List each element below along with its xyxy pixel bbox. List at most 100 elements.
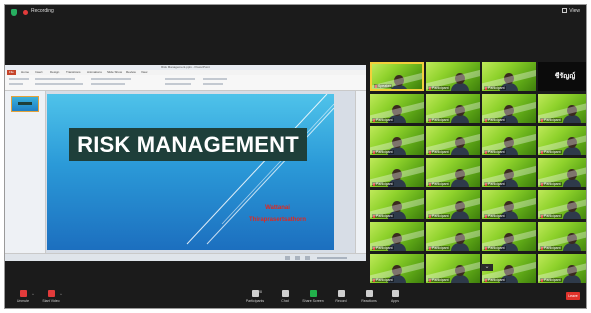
participant-tile[interactable]: Participant xyxy=(482,190,536,219)
top-bar: Recording View xyxy=(5,5,586,21)
ribbon-group[interactable] xyxy=(35,83,83,85)
participant-tile[interactable]: Participant xyxy=(426,94,480,123)
record-label: Record xyxy=(335,299,347,303)
participant-avatar xyxy=(504,105,514,116)
participant-avatar xyxy=(567,105,577,116)
slide-scrollbar[interactable] xyxy=(355,91,366,253)
participants-count: 28 xyxy=(258,290,262,294)
participant-name-tag: Participant xyxy=(484,246,506,250)
participant-name-tag: Participant xyxy=(428,278,450,282)
participant-avatar xyxy=(504,233,514,244)
reactions-button[interactable]: Reactions xyxy=(355,290,383,303)
chat-icon xyxy=(281,290,289,297)
participant-tile[interactable]: Participant xyxy=(482,126,536,155)
muted-mic-icon xyxy=(373,182,375,186)
meeting-toolbar: Unmute ^ Start Video ^ 28 Participants C… xyxy=(5,288,586,308)
participant-tile[interactable]: Participant xyxy=(482,62,536,91)
muted-mic-icon xyxy=(541,214,543,218)
participant-tile[interactable]: Participant xyxy=(370,254,424,283)
ribbon-group[interactable] xyxy=(9,78,29,80)
participant-tile[interactable]: Participant xyxy=(538,158,586,187)
participant-tile[interactable]: Participant xyxy=(426,62,480,91)
ribbon-group[interactable] xyxy=(165,78,195,80)
participant-avatar xyxy=(567,169,577,180)
slide-thumbnail-pane xyxy=(5,91,46,253)
ribbon-group[interactable] xyxy=(9,83,23,85)
participant-avatar xyxy=(567,137,577,148)
participant-tile[interactable]: Participant xyxy=(370,158,424,187)
participant-body xyxy=(451,179,469,187)
muted-mic-icon xyxy=(429,182,431,186)
unmute-label: Unmute xyxy=(16,299,30,303)
slide-thumbnail[interactable] xyxy=(11,96,39,112)
share-screen-button[interactable]: Share Screen xyxy=(299,290,327,303)
participant-tile[interactable]: Participant xyxy=(370,190,424,219)
ribbon-group[interactable] xyxy=(203,83,223,85)
participant-tile[interactable]: Participant xyxy=(482,94,536,123)
chevron-down-icon[interactable]: ⌄ xyxy=(481,264,493,271)
participant-tile[interactable]: Participant xyxy=(426,222,480,251)
zoom-window: Recording View Risk Management.pptx - Po… xyxy=(4,4,587,309)
participant-tile[interactable]: Participant xyxy=(370,222,424,251)
participant-tile[interactable]: Participant xyxy=(482,158,536,187)
ribbon-group[interactable] xyxy=(91,78,131,80)
microphone-muted-icon xyxy=(19,290,27,297)
ribbon-group[interactable] xyxy=(165,83,191,85)
ribbon-group[interactable] xyxy=(91,83,125,85)
muted-mic-icon xyxy=(373,246,375,250)
participant-name: Participant xyxy=(488,246,505,250)
audio-options-caret-icon[interactable]: ^ xyxy=(32,292,34,297)
normal-view-icon[interactable] xyxy=(285,256,290,260)
recording-dot-icon xyxy=(23,10,28,15)
participant-tile[interactable]: Participant xyxy=(482,222,536,251)
participant-gallery: Speaker Participant Participant ชีรัญญ์ Part… xyxy=(370,62,586,283)
participant-name-tag: Participant xyxy=(484,86,506,90)
muted-mic-icon xyxy=(429,86,431,90)
participant-name-tag: Participant xyxy=(428,118,450,122)
participant-body xyxy=(563,179,581,187)
leave-button[interactable]: Leave xyxy=(566,292,580,300)
participant-tile[interactable]: Participant xyxy=(538,222,586,251)
muted-mic-icon xyxy=(429,150,431,154)
video-options-caret-icon[interactable]: ^ xyxy=(60,292,62,297)
participant-name: Speaker xyxy=(378,84,392,88)
slide-title-box: RISK MANAGEMENT xyxy=(69,128,307,161)
muted-mic-icon xyxy=(541,118,543,122)
participant-tile[interactable]: Participant xyxy=(538,94,586,123)
security-shield-icon[interactable] xyxy=(11,9,17,16)
participant-tile[interactable]: ชีรัญญ์ xyxy=(538,62,586,91)
participants-button[interactable]: 28 Participants xyxy=(241,290,269,303)
apps-button[interactable]: Apps xyxy=(381,290,409,303)
muted-mic-icon xyxy=(541,182,543,186)
sorter-view-icon[interactable] xyxy=(295,256,300,260)
view-button[interactable]: View xyxy=(562,8,580,14)
participant-tile[interactable]: Participant xyxy=(538,254,586,283)
participant-tile[interactable]: Participant xyxy=(426,158,480,187)
participant-tile[interactable]: Participant xyxy=(370,94,424,123)
participant-name-tag: Participant xyxy=(484,182,506,186)
participant-name: Participant xyxy=(432,86,449,90)
zoom-slider[interactable] xyxy=(317,257,347,259)
participant-tile[interactable]: Participant xyxy=(370,126,424,155)
chat-button[interactable]: Chat xyxy=(271,290,299,303)
thumbnail-title-bar xyxy=(18,102,32,105)
participant-tile[interactable]: Participant xyxy=(538,126,586,155)
participant-tile[interactable]: Participant xyxy=(426,190,480,219)
participant-name-tag: Participant xyxy=(428,182,450,186)
ribbon-group[interactable] xyxy=(203,78,227,80)
participant-name-tag: Participant xyxy=(372,214,394,218)
participant-name: Participant xyxy=(488,182,505,186)
ribbon-group[interactable] xyxy=(35,78,75,80)
recording-label: Recording xyxy=(31,8,54,14)
participant-name-tag: Participant xyxy=(484,118,506,122)
participant-tile[interactable]: Participant xyxy=(538,190,586,219)
participant-avatar xyxy=(392,169,402,180)
reading-view-icon[interactable] xyxy=(305,256,310,260)
participant-tile[interactable]: Participant xyxy=(426,254,480,283)
active-speaker-tile[interactable]: Speaker xyxy=(370,62,424,91)
participant-tile[interactable]: Participant xyxy=(426,126,480,155)
participant-name-tag: Participant xyxy=(372,246,394,250)
reactions-label: Reactions xyxy=(361,299,377,303)
record-button[interactable]: Record xyxy=(327,290,355,303)
shared-screen[interactable]: Risk Management.pptx - PowerPoint File H… xyxy=(5,65,366,261)
